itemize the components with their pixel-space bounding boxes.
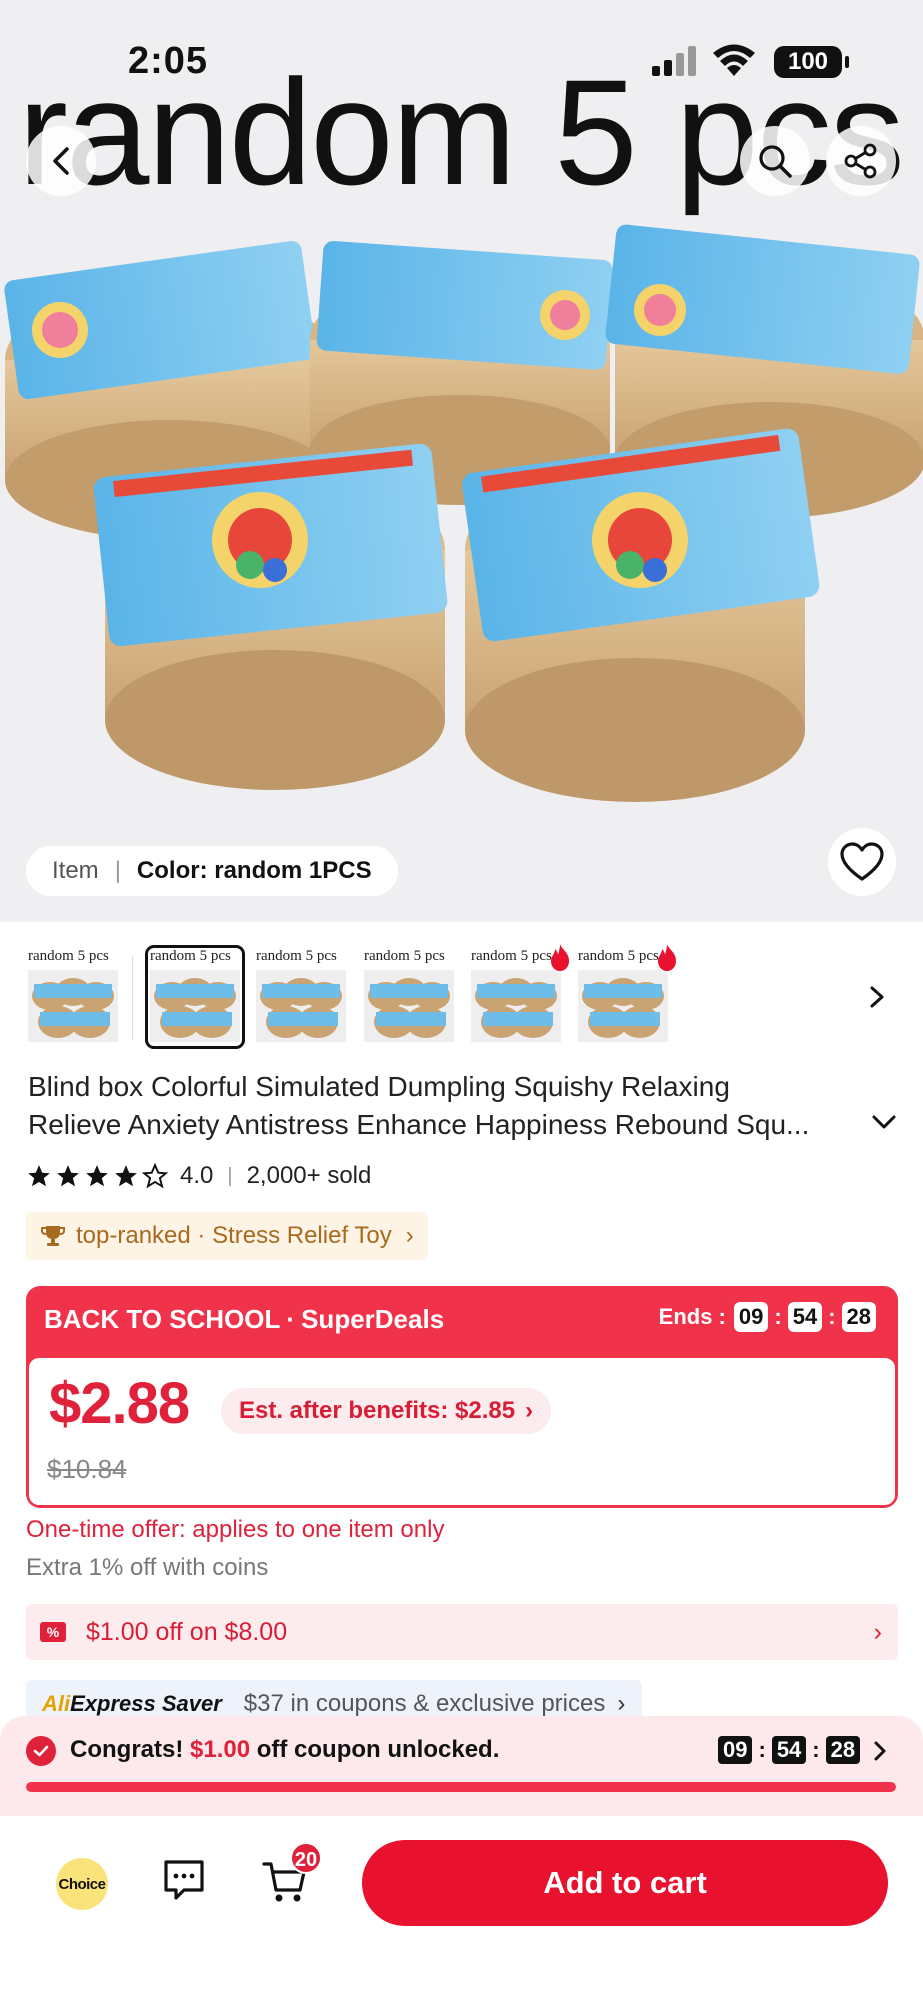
est-benefits-text: Est. after benefits: $2.85 [239,1397,516,1424]
countdown-hours: 09 [718,1736,753,1764]
variant-separator: | [114,857,121,884]
countdown-minutes: 54 [787,1302,823,1332]
deal-heading: BACK TO SCHOOL · SuperDeals [44,1304,445,1334]
current-price: $2.88 [49,1371,190,1436]
thumbnail-caption: random 5 pcs [256,948,337,964]
add-to-cart-button[interactable]: Add to cart [362,1840,888,1926]
star-filled-icon [57,1165,79,1187]
hot-flame-icon [551,944,569,971]
variant-value: Color: random 1PCS [136,857,372,884]
sold-count: 2,000+ sold [246,1162,372,1189]
product-title-line2: Relieve Anxiety Antistress Enhance Happi… [28,1109,810,1140]
deal-sublabel: SuperDeals [301,1304,445,1334]
thumbnail-4[interactable]: random 5 pcs [362,948,456,1046]
congrats-message: Congrats! $1.00 off coupon unlocked. [70,1736,500,1763]
thumbnail-caption: random 5 pcs [364,948,445,964]
thumbnail-divider [132,956,133,1040]
coupon-unlocked-banner[interactable]: Congrats! $1.00 off coupon unlocked. 09 … [0,1716,923,1816]
hot-flame-icon [658,944,676,971]
original-price: $10.84 [47,1454,127,1484]
chevron-right-icon: › [525,1397,534,1424]
back-button[interactable] [26,126,96,196]
thumbnail-image [256,970,346,1042]
rating-separator: | [227,1164,233,1187]
product-image [4,224,923,802]
est-benefits-pill[interactable]: Est. after benefits: $2.85 › [221,1388,552,1434]
search-icon [759,145,792,178]
wishlist-button[interactable] [828,828,896,896]
chevron-right-icon[interactable] [866,982,888,1012]
coins-note: Extra 1% off with coins [26,1554,269,1581]
chevron-right-icon: › [405,1222,414,1249]
thumbnail-image [364,970,454,1042]
product-title-line1: Blind box Colorful Simulated Dumpling Sq… [28,1071,730,1102]
thumbnail-caption: random 5 pcs [28,948,109,964]
thumbnail-image [28,970,118,1042]
expand-title-chevron-icon[interactable] [870,1112,898,1132]
message-icon[interactable] [162,1858,206,1904]
choice-button[interactable]: Choice [56,1858,108,1910]
thumbnail-image [578,970,668,1042]
coupon-row[interactable]: % $1.00 off on $8.00 › [26,1604,898,1660]
trophy-icon [41,1226,65,1246]
chevron-right-icon: › [617,1690,626,1717]
chevron-right-icon [874,1741,886,1761]
thumbnail-caption: random 5 pcs [150,948,231,964]
heart-icon [840,842,884,881]
share-button[interactable] [826,126,896,196]
one-time-offer-note: One-time offer: applies to one item only [26,1516,445,1543]
rating-row[interactable]: 4.0 | 2,000+ sold [26,1162,371,1190]
thumbnail-6[interactable]: random 5 pcs [576,944,676,1046]
star-filled-icon [28,1165,50,1187]
countdown-minutes: 54 [771,1736,807,1764]
countdown-seconds: 28 [825,1736,861,1764]
coupon-text: $1.00 off on $8.00 [86,1617,288,1646]
product-hero[interactable]: 2:05 100 random 5 pcs Item | Color: rand… [0,0,923,922]
saver-text: $37 in coupons & exclusive prices [243,1690,606,1717]
price-panel: $2.88 Est. after benefits: $2.85 › $10.8… [29,1358,895,1505]
check-circle-icon [26,1736,56,1766]
rank-text: top-ranked · Stress Relief Toy [76,1222,392,1249]
variant-thumbnails: random 5 pcs random 5 pcs random 5 pcs r… [0,944,923,1058]
top-ranked-badge[interactable]: top-ranked · Stress Relief Toy › [26,1212,428,1260]
countdown-seconds: 28 [841,1302,876,1332]
chevron-right-icon: › [873,1618,882,1646]
cart-count-badge: 20 [290,1842,322,1874]
ends-label: Ends : [658,1304,726,1329]
bottom-action-bar: Choice 20 Add to cart [0,1816,923,2000]
coupon-progress-bar [26,1782,896,1792]
congrats-countdown: 09 : 54 : 28 [718,1736,861,1764]
coupon-percent-icon: % [40,1622,66,1642]
star-filled-icon [86,1165,108,1187]
deal-label: BACK TO SCHOOL [44,1304,281,1334]
thumbnail-image [150,970,240,1042]
thumbnail-image [471,970,561,1042]
aliexpress-saver-logo: AliExpress Saver [42,1691,222,1716]
variant-label: Item [52,857,99,884]
thumbnail-3[interactable]: random 5 pcs [254,948,348,1046]
superdeals-box[interactable]: BACK TO SCHOOL · SuperDeals Ends : 09 : 54… [26,1286,898,1508]
chevron-left-icon [53,147,69,175]
thumbnail-1[interactable]: random 5 pcs [26,948,120,1046]
rating-value: 4.0 [180,1162,214,1189]
search-button[interactable] [740,126,810,196]
star-rating [26,1163,168,1189]
countdown-hours: 09 [733,1302,769,1332]
share-icon [844,143,877,179]
variant-pill[interactable]: Item | Color: random 1PCS [26,846,398,896]
coupon-progress-fill [26,1782,896,1792]
deal-countdown: Ends : 09 : 54 : 28 [659,1302,876,1332]
thumbnail-2-selected[interactable]: random 5 pcs [145,945,245,1049]
star-filled-icon [115,1165,137,1187]
thumbnail-5[interactable]: random 5 pcs [469,944,569,1046]
product-title: Blind box Colorful Simulated Dumpling Sq… [28,1068,868,1144]
star-empty-icon [142,1163,168,1189]
